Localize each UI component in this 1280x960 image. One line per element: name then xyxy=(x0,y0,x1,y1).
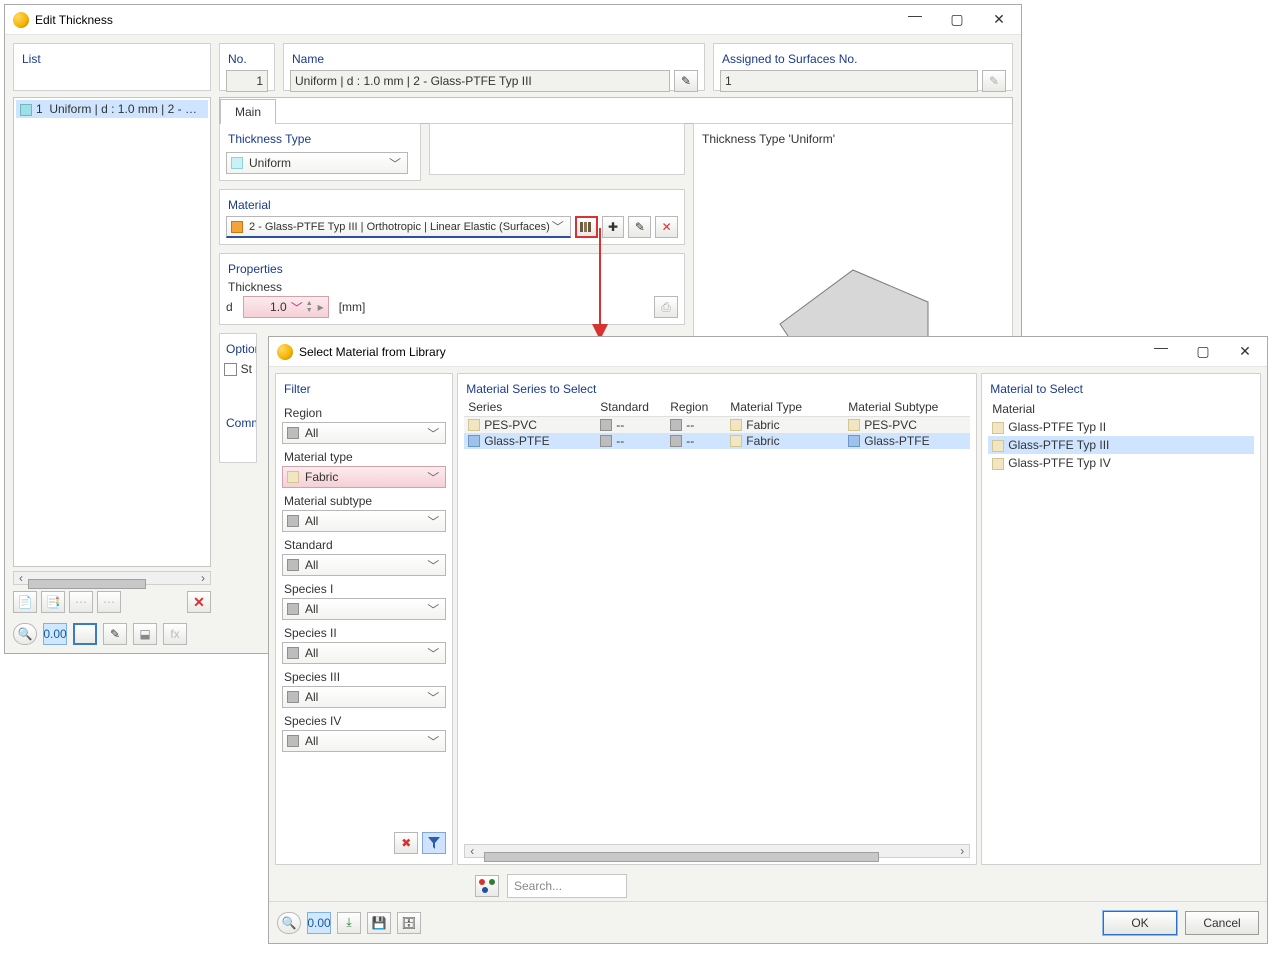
save-library-button[interactable]: 💾 xyxy=(367,912,391,934)
col-standard[interactable]: Standard xyxy=(600,400,670,414)
maximize-button[interactable]: ▢ xyxy=(943,11,971,28)
material-item[interactable]: Glass-PTFE Typ III xyxy=(988,436,1254,454)
close-button[interactable]: ✕ xyxy=(1231,343,1259,360)
view-button-1[interactable] xyxy=(73,623,97,645)
view-button-3[interactable]: ⬓ xyxy=(133,623,157,645)
option-label: St xyxy=(241,362,252,376)
minimize-button[interactable]: — xyxy=(901,7,929,24)
standard-dropdown[interactable]: All﹀ xyxy=(282,554,446,576)
species2-label: Species II xyxy=(284,626,446,640)
pick-surface-button[interactable]: ✎ xyxy=(982,70,1006,92)
no-label: No. xyxy=(228,52,268,66)
material-select-label: Material to Select xyxy=(990,382,1254,396)
app-icon xyxy=(277,344,293,360)
chevron-down-icon: ﹀ xyxy=(550,218,566,235)
preview-title: Thickness Type 'Uniform' xyxy=(702,132,1006,146)
help-button[interactable]: 🔍 xyxy=(13,623,37,645)
species3-label: Species III xyxy=(284,670,446,684)
window-title: Select Material from Library xyxy=(299,345,1147,359)
material-label: Material xyxy=(228,198,678,212)
view-button-4[interactable]: fx xyxy=(163,623,187,645)
standard-label: Standard xyxy=(284,538,446,552)
list-item[interactable]: 1 Uniform | d : 1.0 mm | 2 - Glass-PTFE … xyxy=(16,100,208,118)
filter-label: Filter xyxy=(284,382,446,396)
species4-label: Species IV xyxy=(284,714,446,728)
units-button[interactable]: 0.00 xyxy=(307,912,331,934)
close-button[interactable]: ✕ xyxy=(985,11,1013,28)
assigned-label: Assigned to Surfaces No. xyxy=(722,52,1006,66)
rename-button[interactable]: ✎ xyxy=(674,70,698,92)
copy-item-button[interactable]: 📑 xyxy=(41,591,65,613)
list-hscroll[interactable]: ‹ › xyxy=(13,571,211,585)
assigned-input[interactable]: 1 xyxy=(720,70,978,92)
minimize-button[interactable]: — xyxy=(1147,339,1175,356)
database-button[interactable]: 🗄 xyxy=(397,912,421,934)
series-row[interactable]: Glass-PTFE -- -- Fabric Glass-PTFE xyxy=(464,433,970,449)
species3-dropdown[interactable]: All﹀ xyxy=(282,686,446,708)
cancel-button[interactable]: Cancel xyxy=(1185,911,1259,935)
species4-dropdown[interactable]: All﹀ xyxy=(282,730,446,752)
material-delete-button[interactable]: ✕ xyxy=(655,216,678,238)
delete-item-button[interactable]: ✕ xyxy=(187,591,211,613)
list-label: List xyxy=(22,52,204,66)
thickness-tool-button[interactable]: ⎙ xyxy=(654,296,678,318)
tab-main[interactable]: Main xyxy=(220,99,276,124)
thickness-value-input[interactable]: 1.0 ﹀ ▲▼ ▸ xyxy=(243,296,329,318)
materialsubtype-dropdown[interactable]: All﹀ xyxy=(282,510,446,532)
materialtype-dropdown[interactable]: Fabric﹀ xyxy=(282,466,446,488)
species2-dropdown[interactable]: All﹀ xyxy=(282,642,446,664)
species1-label: Species I xyxy=(284,582,446,596)
properties-label: Properties xyxy=(228,262,678,276)
app-icon xyxy=(13,12,29,28)
col-series[interactable]: Series xyxy=(468,400,600,414)
series-label: Material Series to Select xyxy=(466,382,970,396)
name-input[interactable]: Uniform | d : 1.0 mm | 2 - Glass-PTFE Ty… xyxy=(290,70,670,92)
option-checkbox[interactable] xyxy=(224,363,237,376)
thickness-label: Thickness xyxy=(228,280,678,294)
options-label: Option xyxy=(226,342,252,356)
maximize-button[interactable]: ▢ xyxy=(1189,343,1217,360)
material-library-button[interactable] xyxy=(575,216,598,238)
tool-button-2[interactable]: ⋯ xyxy=(97,591,121,613)
region-dropdown[interactable]: All﹀ xyxy=(282,422,446,444)
col-mtype[interactable]: Material Type xyxy=(730,400,848,414)
search-color-button[interactable] xyxy=(475,875,499,897)
thickness-unit: [mm] xyxy=(339,300,366,314)
species1-dropdown[interactable]: All﹀ xyxy=(282,598,446,620)
series-hscroll[interactable]: ‹› xyxy=(464,844,970,858)
name-label: Name xyxy=(292,52,698,66)
series-row[interactable]: PES-PVC -- -- Fabric PES-PVC xyxy=(464,417,970,433)
material-edit-button[interactable]: ✎ xyxy=(628,216,651,238)
materialsubtype-label: Material subtype xyxy=(284,494,446,508)
material-item[interactable]: Glass-PTFE Typ IV xyxy=(988,454,1254,472)
thickness-type-label: Thickness Type xyxy=(228,132,414,146)
thickness-symbol: d xyxy=(226,300,233,314)
thickness-type-dropdown[interactable]: Uniform ﹀ xyxy=(226,152,408,174)
material-dropdown[interactable]: 2 - Glass-PTFE Typ III | Orthotropic | L… xyxy=(226,216,571,238)
search-input[interactable]: Search... xyxy=(507,874,627,898)
tool-button-1[interactable]: ⋯ xyxy=(69,591,93,613)
help-button[interactable]: 🔍 xyxy=(277,912,301,934)
view-button-2[interactable]: ✎ xyxy=(103,623,127,645)
clear-filter-button[interactable]: ✖ xyxy=(394,832,418,854)
chevron-down-icon: ﹀ xyxy=(387,155,403,172)
apply-filter-button[interactable] xyxy=(422,832,446,854)
col-msubtype[interactable]: Material Subtype xyxy=(848,400,966,414)
new-item-button[interactable]: 📄 xyxy=(13,591,37,613)
comments-label: Comm xyxy=(226,416,252,430)
materialtype-label: Material type xyxy=(284,450,446,464)
material-item[interactable]: Glass-PTFE Typ II xyxy=(988,418,1254,436)
window-title: Edit Thickness xyxy=(35,13,901,27)
col-region[interactable]: Region xyxy=(670,400,730,414)
region-label: Region xyxy=(284,406,446,420)
units-button[interactable]: 0.00 xyxy=(43,623,67,645)
import-button[interactable]: ⤓ xyxy=(337,912,361,934)
no-input[interactable]: 1 xyxy=(226,70,268,92)
col-material: Material xyxy=(988,400,1254,418)
material-new-button[interactable]: ✚ xyxy=(602,216,625,238)
ok-button[interactable]: OK xyxy=(1103,911,1177,935)
